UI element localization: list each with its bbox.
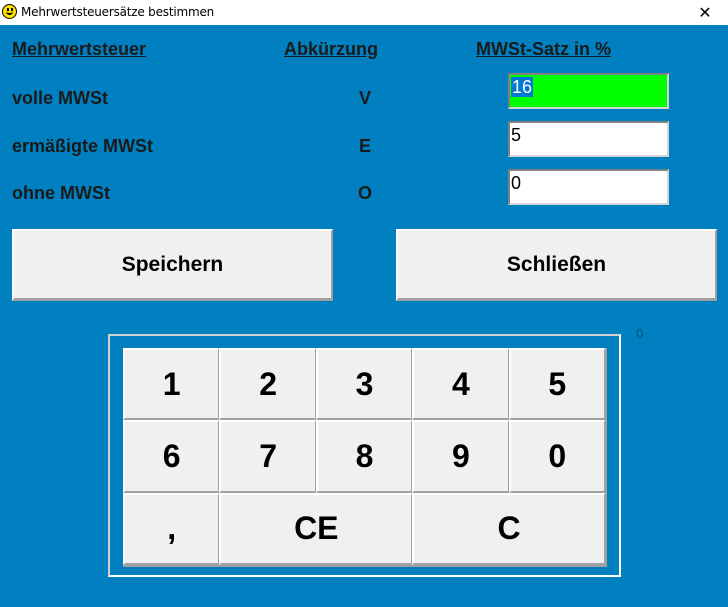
save-button[interactable]: Speichern (12, 229, 333, 301)
label-ohne-mwst: ohne MWSt (12, 183, 110, 203)
rate-input-volle[interactable]: 16 (508, 73, 669, 109)
key-8[interactable]: 8 (315, 420, 413, 493)
key-clear[interactable]: C (412, 492, 605, 565)
window-close-button[interactable]: ✕ (682, 0, 728, 25)
key-5[interactable]: 5 (508, 348, 605, 421)
key-1[interactable]: 1 (123, 348, 220, 421)
rate-input-ermaessigt[interactable]: 5 (508, 121, 669, 157)
selected-text: 16 (511, 77, 534, 97)
key-3[interactable]: 3 (315, 348, 413, 421)
rate-input-ohne[interactable]: 0 (508, 169, 669, 205)
counter-label: 0 (636, 326, 644, 341)
key-6[interactable]: 6 (123, 420, 220, 493)
window-title: Mehrwertsteuersätze bestimmen (21, 5, 215, 19)
abbr-ohne-mwst: O (357, 183, 372, 203)
key-0[interactable]: 0 (508, 420, 605, 493)
abbr-ermaessigte-mwst: E (358, 136, 371, 156)
close-button[interactable]: Schließen (396, 229, 717, 301)
abbr-volle-mwst: V (358, 88, 371, 108)
label-volle-mwst: volle MWSt (12, 88, 109, 108)
key-comma[interactable]: , (123, 492, 220, 565)
close-icon: ✕ (698, 3, 712, 22)
smiley-icon (2, 4, 17, 19)
header-mehrwertsteuer: Mehrwertsteuer (12, 39, 147, 59)
title-bar: Mehrwertsteuersätze bestimmen ✕ (0, 0, 728, 25)
key-clear-entry[interactable]: CE (219, 492, 413, 565)
keypad: 1 2 3 4 5 6 7 8 9 0 , CE C (123, 348, 607, 567)
key-4[interactable]: 4 (412, 348, 509, 421)
header-mwst-satz: MWSt-Satz in % (476, 39, 611, 59)
label-ermaessigte-mwst: ermäßigte MWSt (12, 136, 154, 156)
key-7[interactable]: 7 (219, 420, 316, 493)
key-9[interactable]: 9 (412, 420, 509, 493)
header-abkuerzung: Abkürzung (284, 39, 378, 59)
key-2[interactable]: 2 (219, 348, 316, 421)
